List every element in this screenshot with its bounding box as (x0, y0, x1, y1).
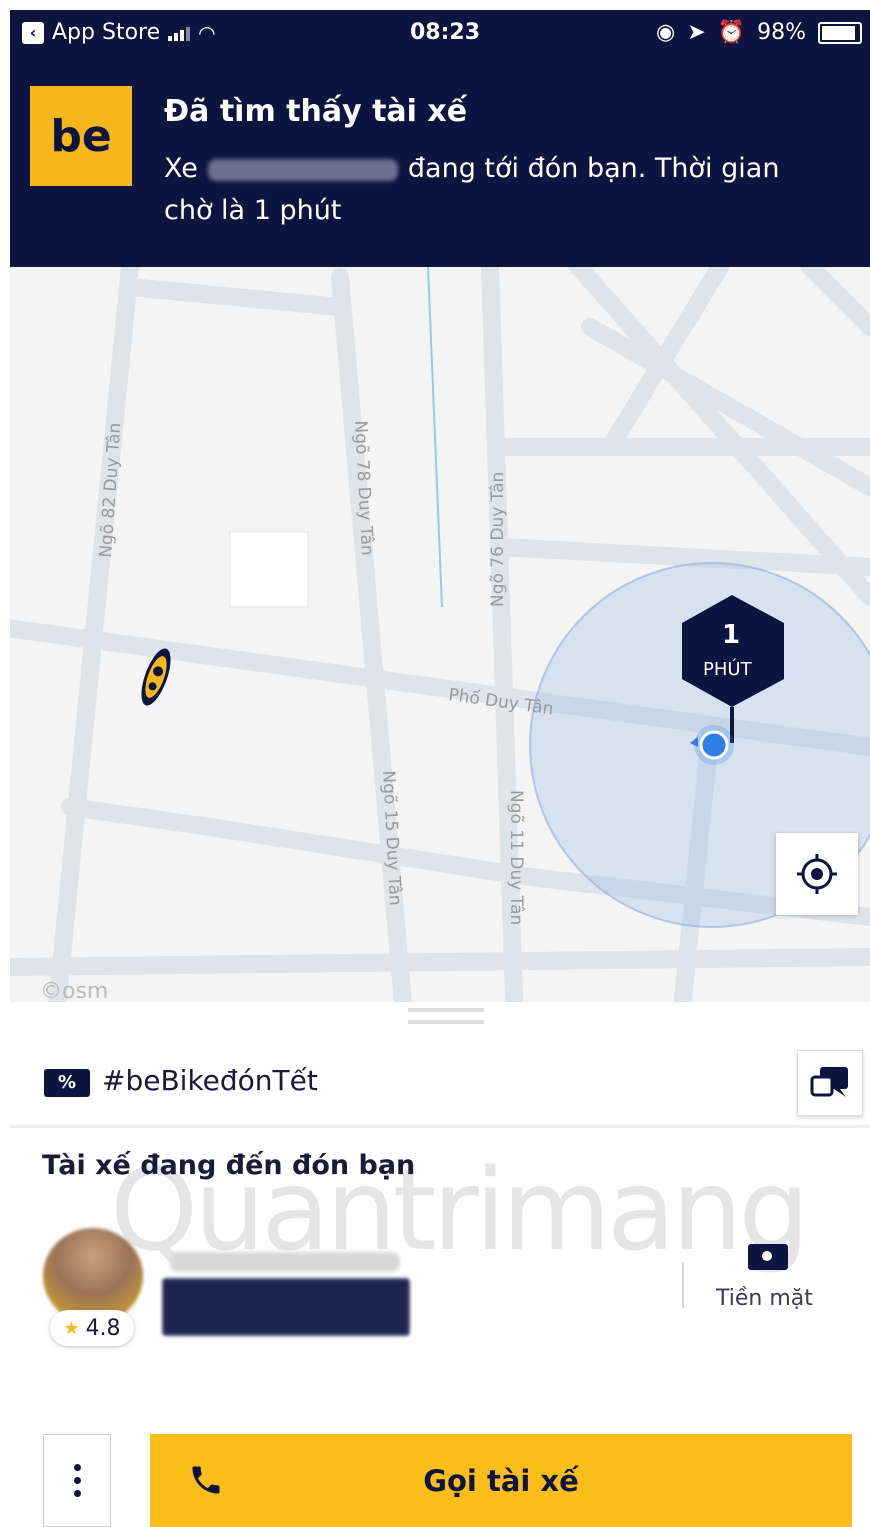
road-bottom (10, 948, 870, 976)
call-driver-button[interactable]: Gọi tài xế (150, 1434, 852, 1527)
promo-ticket-icon: % (44, 1069, 90, 1097)
eta-value: 1 (722, 620, 741, 650)
user-location-dot (699, 730, 729, 760)
eta-unit: PHÚT (703, 659, 752, 680)
star-icon: ★ (63, 1317, 80, 1339)
wifi-icon: ◠ (198, 20, 216, 45)
recenter-button[interactable] (776, 833, 858, 915)
more-options-button[interactable] (43, 1434, 111, 1527)
street-ngo-76: Ngõ 76 Duy Tân (488, 471, 508, 607)
cash-icon (748, 1244, 788, 1270)
driver-name-blurred (170, 1252, 400, 1272)
map-view[interactable]: Ngõ 82 Duy Tân Ngõ 78 Duy Tân Ngõ 76 Duy… (10, 267, 870, 1002)
driver-rating: 4.8 (85, 1315, 121, 1341)
driver-status-text: Tài xế đang đến đón bạn (42, 1150, 416, 1181)
status-right: ◉ ➤ ⏰ 98% (656, 20, 862, 45)
chat-bubbles-icon (810, 1067, 848, 1097)
chat-button[interactable] (797, 1050, 863, 1116)
sheet-drag-handle[interactable] (408, 1008, 484, 1024)
battery-icon (818, 21, 862, 44)
status-bar: ‹ App Store ◠ 08:23 ◉ ➤ ⏰ 98% (10, 10, 870, 58)
back-app-label[interactable]: App Store (52, 20, 160, 45)
more-dot-icon (73, 1464, 81, 1471)
promo-code[interactable]: #beBikeđónTết (102, 1064, 318, 1097)
alarm-icon: ⏰ (717, 20, 746, 45)
license-plate-blurred (162, 1278, 410, 1336)
signal-icon (168, 25, 191, 41)
crosshair-icon (797, 854, 837, 894)
be-logo: be (30, 86, 132, 186)
rotation-lock-icon: ◉ (656, 20, 676, 45)
street-ngo-11: Ngõ 11 Duy Tân (506, 790, 526, 926)
payment-method: Tiền mặt (716, 1286, 813, 1311)
building-block (229, 531, 309, 608)
road-top-left (121, 278, 349, 316)
notification-body-prefix: Xe (164, 153, 198, 184)
call-driver-label: Gọi tài xế (423, 1463, 579, 1498)
battery-percent: 98% (757, 20, 806, 45)
map-roads (10, 267, 870, 1002)
status-time: 08:23 (410, 20, 481, 45)
driver-rating-badge: ★ 4.8 (50, 1310, 134, 1346)
location-arrow-icon: ➤ (687, 20, 706, 45)
payment-separator (682, 1262, 684, 1308)
road-corner (801, 267, 870, 336)
back-to-app-icon[interactable]: ‹ (22, 21, 44, 44)
notification-body: Xe đang tới đón bạn. Thời gian chờ là 1 p… (164, 148, 824, 232)
blurred-plate (207, 158, 398, 181)
notification-title: Đã tìm thấy tài xế (164, 94, 468, 129)
status-left: ‹ App Store ◠ (22, 20, 216, 45)
sheet-divider (10, 1125, 870, 1128)
river-line (427, 267, 443, 608)
phone-icon (192, 1466, 220, 1494)
map-attribution: ©osm (40, 979, 109, 1002)
road-mid-h (491, 538, 870, 576)
